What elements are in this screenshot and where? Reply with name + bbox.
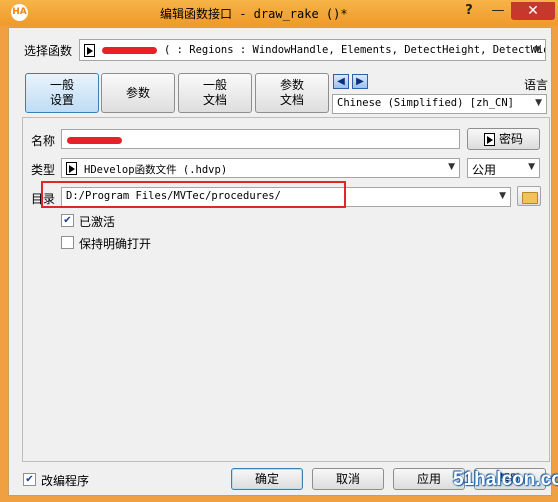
type-combo[interactable]: HDevelop函数文件 (.hdvp) ▼ — [61, 158, 460, 178]
highlight-box — [41, 181, 346, 208]
visibility-value: 公用 — [472, 163, 497, 177]
redacted-name — [67, 137, 122, 144]
modify-program-label: 改编程序 — [41, 474, 90, 488]
modify-program-checkbox[interactable]: ✔ — [23, 473, 36, 486]
tab-parameter-doc-label: 参数文档 — [279, 78, 304, 107]
type-label: 类型 — [31, 163, 56, 177]
lock-icon — [483, 133, 495, 146]
tab-general-settings-label: 一般设置 — [49, 78, 74, 107]
folder-open-icon[interactable] — [517, 186, 541, 206]
name-label: 名称 — [31, 134, 56, 148]
select-function-combo[interactable]: ( : Regions : WindowHandle, Elements, De… — [79, 39, 546, 61]
tab-general-settings[interactable]: 一般设置 — [25, 73, 99, 113]
language-combo[interactable]: Chinese (Simplified) [zh_CN] ▼ — [332, 94, 547, 114]
procedure-icon — [66, 161, 77, 175]
chevron-down-icon: ▼ — [535, 98, 542, 108]
arrow-left-icon[interactable]: ◀ — [333, 74, 349, 89]
window-title: 编辑函数接口 - draw_rake ()* — [160, 7, 348, 21]
tab-parameters-label: 参数 — [125, 85, 150, 100]
keep-open-checkbox[interactable] — [61, 236, 74, 249]
arrow-right-icon[interactable]: ▶ — [352, 74, 368, 89]
tab-parameter-doc[interactable]: 参数文档 — [255, 73, 329, 113]
language-value: Chinese (Simplified) [zh_CN] — [337, 97, 515, 109]
chevron-down-icon: ▼ — [448, 162, 455, 172]
close-button[interactable]: ✕ — [511, 2, 555, 20]
type-value: HDevelop函数文件 (.hdvp) — [84, 164, 228, 176]
visibility-combo[interactable]: 公用 ▼ — [467, 158, 540, 178]
name-input[interactable] — [61, 129, 460, 149]
minimize-button[interactable]: — — [485, 2, 511, 20]
language-label: 语言 — [524, 78, 549, 92]
cancel-button[interactable]: 取消 — [312, 468, 384, 490]
help-icon[interactable]: ? — [455, 2, 483, 20]
watermark: 51halcon.com — [453, 469, 558, 490]
chevron-down-icon: ▼ — [499, 191, 506, 201]
halcon-logo-icon: HA — [11, 4, 28, 21]
redacted-name — [102, 47, 157, 54]
procedure-icon — [84, 43, 95, 57]
tab-general-doc-label: 一般文档 — [202, 78, 227, 107]
title-bar: HA 编辑函数接口 - draw_rake ()* ? — ✕ — [0, 0, 558, 26]
password-button[interactable]: 密码 — [467, 128, 540, 150]
activated-checkbox[interactable]: ✔ — [61, 214, 74, 227]
select-function-label: 选择函数 — [24, 44, 73, 58]
keep-open-label: 保持明确打开 — [79, 237, 152, 251]
dialog-body: 选择函数 ( : Regions : WindowHandle, Element… — [8, 27, 552, 496]
tab-parameters[interactable]: 参数 — [101, 73, 175, 113]
password-button-label: 密码 — [498, 132, 523, 146]
chevron-down-icon: ▼ — [528, 162, 535, 172]
tab-general-doc[interactable]: 一般文档 — [178, 73, 252, 113]
ok-button[interactable]: 确定 — [231, 468, 303, 490]
select-function-value: ( : Regions : WindowHandle, Elements, De… — [164, 44, 546, 56]
activated-label: 已激活 — [79, 215, 116, 229]
chevron-down-icon: ▼ — [534, 45, 541, 55]
